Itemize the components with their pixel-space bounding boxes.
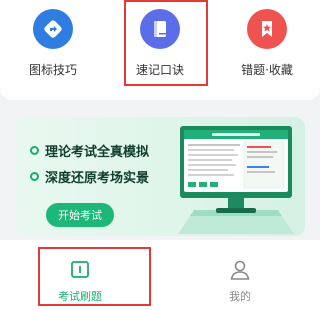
exam-monitor-illustration — [178, 126, 294, 234]
banner-feature-text: 深度还原考场实景 — [45, 171, 150, 186]
quick-action-icon-tips[interactable]: 图标技巧 — [0, 0, 106, 100]
tab-label: 考试刷题 — [58, 290, 102, 303]
banner-feature: 深度还原考场实景 — [30, 167, 149, 186]
circle-bullet-icon — [30, 172, 39, 181]
bookmark-star-icon — [247, 9, 287, 49]
banner-feature-text: 理论考试全真模拟 — [45, 145, 150, 160]
tab-exam-practice[interactable]: 考试刷题 — [0, 240, 160, 310]
tab-mine[interactable]: 我的 — [160, 240, 320, 310]
person-icon — [230, 260, 250, 280]
banner-feature: 理论考试全真模拟 — [30, 141, 149, 160]
quick-action-mistakes-favorites[interactable]: 错题·收藏 — [214, 0, 320, 100]
quick-actions-card: 图标技巧 速记口诀 错题·收藏 — [0, 0, 320, 100]
quick-action-label: 图标技巧 — [28, 63, 77, 77]
exam-simulation-banner[interactable]: 理论考试全真模拟 深度还原考场实景 开始考试 — [15, 117, 305, 236]
exam-book-icon — [71, 261, 89, 278]
quick-action-label: 速记口诀 — [135, 63, 184, 77]
book-icon — [140, 9, 180, 49]
bottom-tab-bar: 考试刷题 我的 — [0, 240, 320, 310]
quick-action-mnemonics[interactable]: 速记口诀 — [107, 0, 213, 100]
quick-action-label: 错题·收藏 — [241, 63, 293, 77]
tab-label: 我的 — [229, 290, 251, 303]
start-exam-button[interactable]: 开始考试 — [46, 203, 114, 227]
compass-arrow-icon — [33, 9, 73, 49]
circle-bullet-icon — [30, 146, 39, 155]
